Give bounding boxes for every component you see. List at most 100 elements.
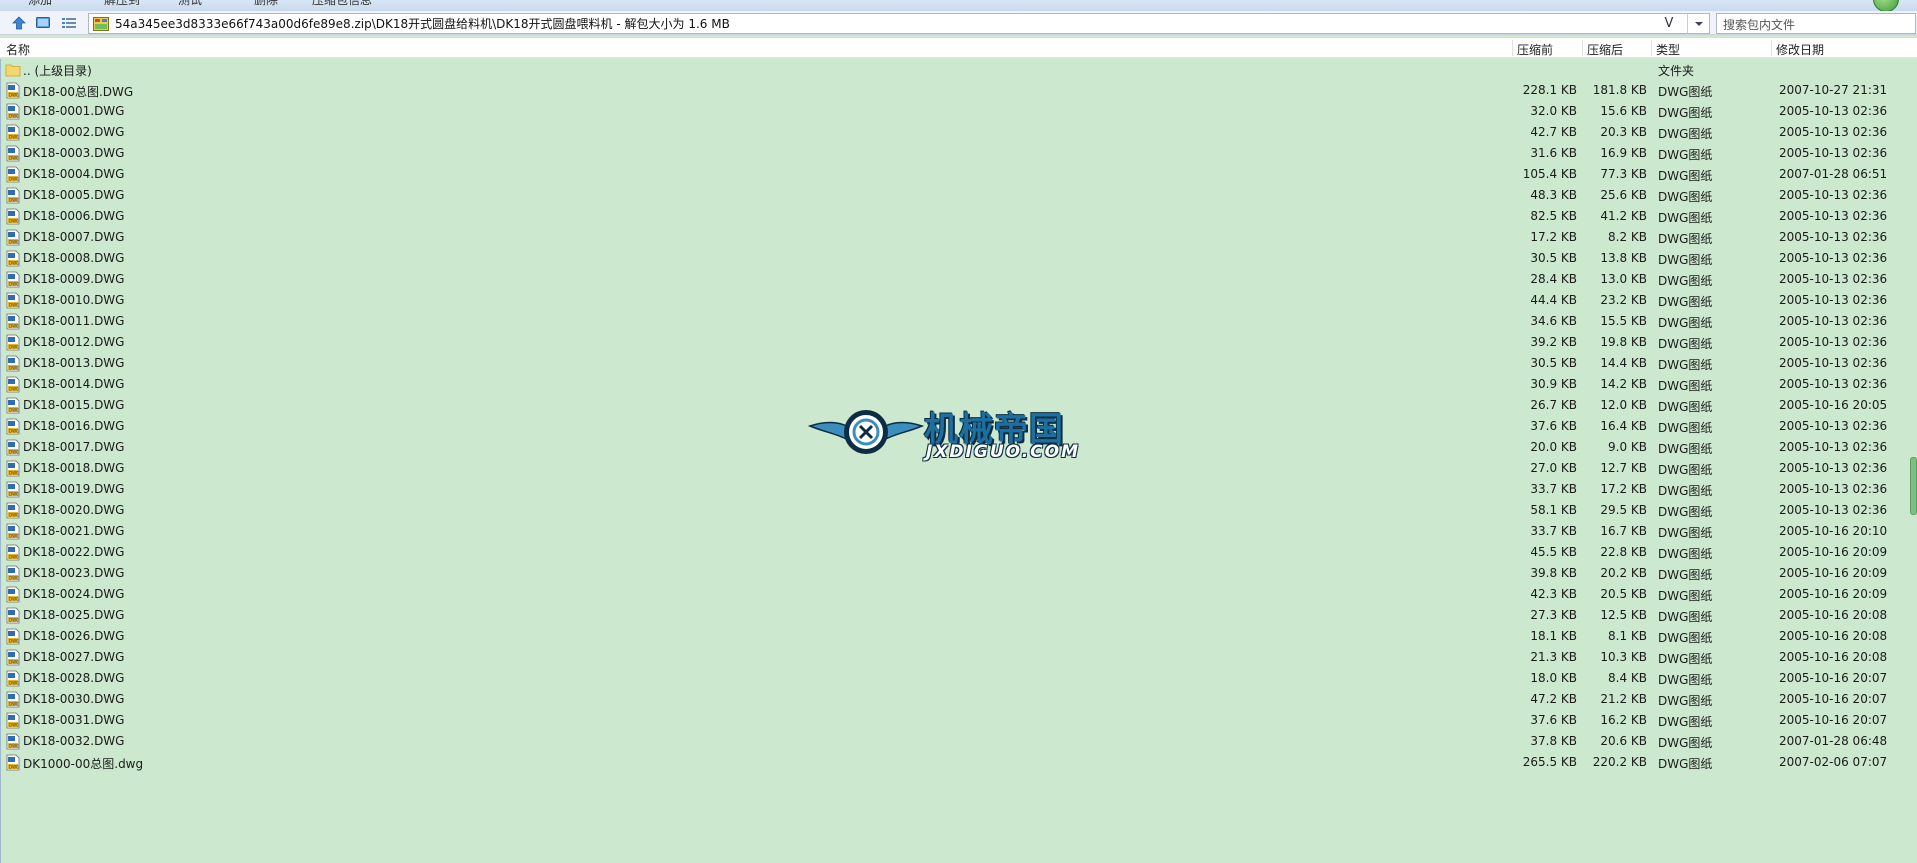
file-name: DK18-0005.DWG [23,188,125,202]
view-thumbnail-button[interactable] [33,13,53,33]
dwg-file-icon: DWG [6,82,20,99]
toolbar-delete-button[interactable]: 删除 [254,0,278,8]
file-compressed-size: 23.2 KB [1600,293,1647,307]
file-row[interactable]: DWG DK18-0003.DWG 31.6 KB 16.9 KB DWG图纸 2005-… [0,143,1917,164]
address-field[interactable]: 54a345ee3d8333e66f743a00d6fe89e8.zip\DK1… [88,13,1710,34]
svg-text:DWG: DWG [9,659,19,664]
file-modified-date: 2005-10-16 20:07 [1779,671,1888,685]
file-row[interactable]: DWG DK18-0008.DWG 30.5 KB 13.8 KB DWG图纸 2005-… [0,248,1917,269]
column-packed-header[interactable]: 压缩前 [1517,41,1553,58]
file-packed-size: 30.9 KB [1530,377,1577,391]
toolbar-add-button[interactable]: 添加 [28,0,52,8]
column-size-header[interactable]: 压缩后 [1587,41,1623,58]
scrollbar-thumb[interactable] [1910,457,1917,515]
svg-text:DWG: DWG [9,470,19,475]
file-row[interactable]: DWG DK18-0021.DWG 33.7 KB 16.7 KB DWG图纸 2005-… [0,521,1917,542]
file-compressed-size: 220.2 KB [1592,755,1647,769]
file-name: DK18-0006.DWG [23,209,125,223]
dwg-file-icon: DWG [6,502,20,519]
file-modified-date: 2005-10-16 20:09 [1779,587,1888,601]
file-row[interactable]: DWG DK18-0031.DWG 37.6 KB 16.2 KB DWG图纸 2005-… [0,710,1917,731]
dwg-file-icon: DWG [6,397,20,414]
dwg-file-icon: DWG [6,271,20,288]
file-row[interactable]: DWG DK18-0001.DWG 32.0 KB 15.6 KB DWG图纸 2005-… [0,101,1917,122]
file-compressed-size: 12.5 KB [1600,608,1647,622]
file-row[interactable]: DWG DK18-0006.DWG 82.5 KB 41.2 KB DWG图纸 2005-… [0,206,1917,227]
file-row[interactable]: DWG DK18-0012.DWG 39.2 KB 19.8 KB DWG图纸 2005-… [0,332,1917,353]
dwg-file-icon: DWG [6,250,20,267]
dwg-file-icon: DWG [6,187,20,204]
file-modified-date: 2005-10-13 02:36 [1779,125,1888,139]
file-row[interactable]: DWG DK18-0007.DWG 17.2 KB 8.2 KB DWG图纸 2005-1… [0,227,1917,248]
column-modified-header[interactable]: 修改日期 [1776,41,1824,58]
toolbar-test-button[interactable]: 测试 [178,0,202,8]
file-packed-size: 42.3 KB [1530,587,1577,601]
file-row[interactable]: DWG DK18-0025.DWG 27.3 KB 12.5 KB DWG图纸 2005-… [0,605,1917,626]
file-row[interactable]: DWG DK18-0002.DWG 42.7 KB 20.3 KB DWG图纸 2005-… [0,122,1917,143]
address-dropdown-button[interactable] [1687,14,1709,33]
toolbar-extract-button[interactable]: 解压到 [104,0,140,8]
file-modified-date: 2005-10-13 02:36 [1779,104,1888,118]
file-row[interactable]: DWG DK18-0019.DWG 33.7 KB 17.2 KB DWG图纸 2005-… [0,479,1917,500]
file-type: DWG图纸 [1658,589,1713,603]
file-row[interactable]: DWG DK18-0024.DWG 42.3 KB 20.5 KB DWG图纸 2005-… [0,584,1917,605]
dwg-file-icon: DWG [6,712,20,729]
file-compressed-size: 20.5 KB [1600,587,1647,601]
file-type: DWG图纸 [1658,295,1713,309]
file-type: DWG图纸 [1658,652,1713,666]
file-row[interactable]: DWG DK18-0030.DWG 47.2 KB 21.2 KB DWG图纸 2005-… [0,689,1917,710]
vertical-scrollbar[interactable] [1909,59,1917,863]
file-row[interactable]: DWG DK18-00总图.DWG 228.1 KB 181.8 KB DWG图纸 200… [0,80,1917,101]
parent-folder-row[interactable]: .. (上级目录) 文件夹 [0,59,1917,80]
svg-text:DWG: DWG [9,722,19,727]
file-row[interactable]: DWG DK18-0020.DWG 58.1 KB 29.5 KB DWG图纸 2005-… [0,500,1917,521]
file-row[interactable]: DWG DK18-0023.DWG 39.8 KB 20.2 KB DWG图纸 2005-… [0,563,1917,584]
column-type-header[interactable]: 类型 [1656,41,1680,58]
file-modified-date: 2005-10-16 20:09 [1779,545,1888,559]
file-packed-size: 45.5 KB [1530,545,1577,559]
up-folder-button[interactable] [9,13,29,33]
file-row[interactable]: DWG DK18-0013.DWG 30.5 KB 14.4 KB DWG图纸 2005-… [0,353,1917,374]
file-modified-date: 2005-10-13 02:36 [1779,293,1888,307]
file-row[interactable]: DWG DK18-0004.DWG 105.4 KB 77.3 KB DWG图纸 2007… [0,164,1917,185]
file-row[interactable]: DWG DK18-0027.DWG 21.3 KB 10.3 KB DWG图纸 2005-… [0,647,1917,668]
file-type: DWG图纸 [1658,190,1713,204]
file-compressed-size: 15.6 KB [1600,104,1647,118]
file-type: DWG图纸 [1658,715,1713,729]
svg-text:DWG: DWG [9,407,19,412]
file-row[interactable]: DWG DK18-0028.DWG 18.0 KB 8.4 KB DWG图纸 2005-1… [0,668,1917,689]
file-name: DK18-0004.DWG [23,167,125,181]
search-input[interactable]: 搜索包内文件 [1716,13,1916,34]
column-name-header[interactable]: 名称 [6,41,30,58]
dwg-file-icon: DWG [6,313,20,330]
file-name: DK18-0030.DWG [23,692,125,706]
file-row[interactable]: DWG DK18-0010.DWG 44.4 KB 23.2 KB DWG图纸 2005-… [0,290,1917,311]
dwg-file-icon: DWG [6,565,20,582]
file-row[interactable]: DWG DK18-0009.DWG 28.4 KB 13.0 KB DWG图纸 2005-… [0,269,1917,290]
file-name: DK18-0032.DWG [23,734,125,748]
file-modified-date: 2005-10-13 02:36 [1779,356,1888,370]
file-row[interactable]: DWG DK18-0032.DWG 37.8 KB 20.6 KB DWG图纸 2007-… [0,731,1917,752]
file-packed-size: 33.7 KB [1530,482,1577,496]
watermark-logo: 机械帝国 JXDIGUO.COM [808,400,1108,466]
file-type: DWG图纸 [1658,85,1713,99]
file-packed-size: 39.2 KB [1530,335,1577,349]
view-list-button[interactable] [59,13,79,33]
address-dropdown-v[interactable]: V [1659,14,1679,33]
svg-text:DWG: DWG [9,491,19,496]
file-packed-size: 48.3 KB [1530,188,1577,202]
file-name: DK1000-00总图.dwg [23,757,144,771]
file-packed-size: 42.7 KB [1530,125,1577,139]
svg-text:DWG: DWG [9,155,19,160]
column-divider [1651,40,1652,56]
file-packed-size: 265.5 KB [1522,755,1577,769]
file-row[interactable]: DWG DK18-0011.DWG 34.6 KB 15.5 KB DWG图纸 2005-… [0,311,1917,332]
file-row[interactable]: DWG DK18-0005.DWG 48.3 KB 25.6 KB DWG图纸 2005-… [0,185,1917,206]
file-row[interactable]: DWG DK18-0014.DWG 30.9 KB 14.2 KB DWG图纸 2005-… [0,374,1917,395]
file-row[interactable]: DWG DK18-0022.DWG 45.5 KB 22.8 KB DWG图纸 2005-… [0,542,1917,563]
file-row[interactable]: DWG DK18-0026.DWG 18.1 KB 8.1 KB DWG图纸 2005-1… [0,626,1917,647]
file-row[interactable]: DWG DK1000-00总图.dwg 265.5 KB 220.2 KB DWG图纸 2… [0,752,1917,773]
file-compressed-size: 14.2 KB [1600,377,1647,391]
file-modified-date: 2007-01-28 06:51 [1779,167,1888,181]
toolbar-info-button[interactable]: 压缩包信息 [312,0,372,8]
